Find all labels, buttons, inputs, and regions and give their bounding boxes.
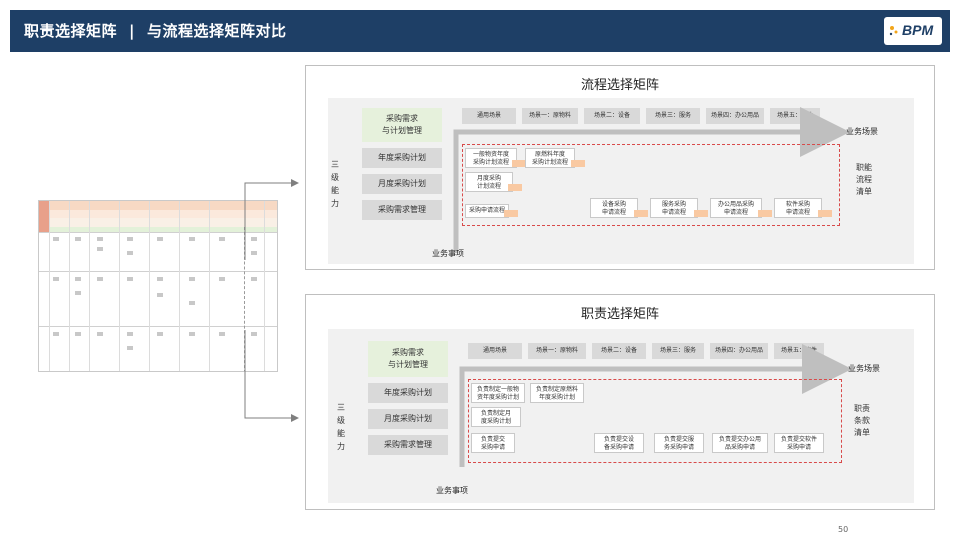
item-tag — [758, 210, 772, 217]
item-tag — [504, 210, 518, 217]
responsibility-matrix-panel: 职责选择矩阵 三 级 能 力 采购需求 与计划管理 年度采购计划 月度采购计划 … — [305, 294, 935, 510]
right-label: 职责 条款 清单 — [854, 404, 870, 437]
axis-label-x: 业务场景 — [846, 127, 878, 136]
item-tag — [512, 160, 526, 167]
process-item: 办公用品采购 申请流程 — [710, 198, 762, 218]
panel-title: 流程选择矩阵 — [580, 78, 659, 93]
responsibility-item: 负责制定原燃料 年度采购计划 — [530, 383, 584, 403]
process-item: 软件采购 申请流程 — [774, 198, 822, 218]
responsibility-item: 负责制定一般物 资年度采购计划 — [471, 383, 525, 403]
process-item: 设备采购 申请流程 — [590, 198, 638, 218]
process-item: 一般物资年度 采购计划流程 — [465, 148, 517, 168]
right-label: 职能 流程 清单 — [856, 163, 872, 196]
axis-label-y: 业务事项 — [432, 249, 464, 258]
responsibility-item: 负责提交软件 采购申请 — [774, 433, 824, 453]
axis-label-y: 业务事项 — [436, 486, 468, 495]
process-item: 服务采购 申请流程 — [650, 198, 698, 218]
responsibility-matrix-canvas: 三 级 能 力 采购需求 与计划管理 年度采购计划 月度采购计划 采购需求管理 … — [328, 329, 914, 503]
process-matrix-canvas: 三 级 能 力 采购需求 与计划管理 年度采购计划 月度采购计划 采购需求管理 … — [328, 98, 914, 264]
process-matrix-panel: 流程选择矩阵 三 级 能 力 采购需求 与计划管理 年度采购计划 月度采购计划 … — [305, 65, 935, 270]
item-tag — [694, 210, 708, 217]
item-tag — [634, 210, 648, 217]
panel-title: 职责选择矩阵 — [580, 307, 659, 322]
process-item: 采购申请流程 — [465, 204, 509, 218]
item-tag — [571, 160, 585, 167]
responsibility-item: 负责提交 采购申请 — [471, 433, 515, 453]
page-number: 50 — [838, 525, 849, 534]
responsibility-item: 负责提交服 务采购申请 — [654, 433, 704, 453]
process-item: 原燃料年度 采购计划流程 — [525, 148, 575, 168]
responsibility-item: 负责制定月 度采购计划 — [471, 407, 521, 427]
item-tag — [818, 210, 832, 217]
item-tag — [508, 184, 522, 191]
axis-label-x: 业务场景 — [848, 364, 880, 373]
responsibility-item: 负责提交办公用 品采购申请 — [712, 433, 768, 453]
process-item: 月度采购 计划流程 — [465, 172, 513, 192]
responsibility-item: 负责提交设 备采购申请 — [594, 433, 644, 453]
